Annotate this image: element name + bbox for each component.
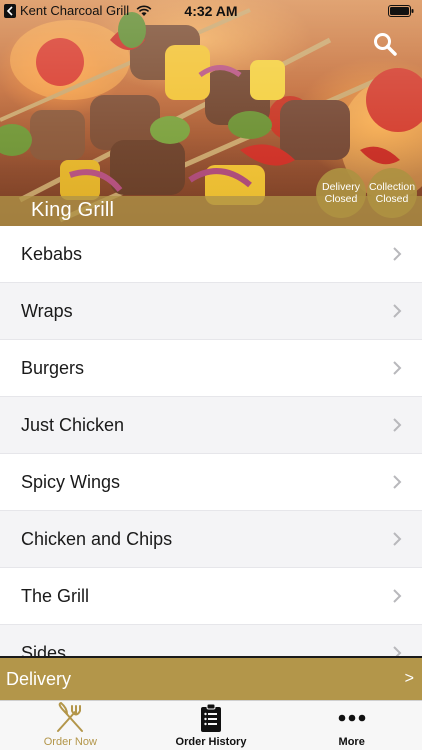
- category-row-the-grill[interactable]: The Grill: [0, 568, 422, 625]
- chevron-right-icon: [393, 532, 402, 546]
- delivery-badge-line1: Delivery: [322, 181, 360, 193]
- category-row-just-chicken[interactable]: Just Chicken: [0, 397, 422, 454]
- delivery-badge-line2: Closed: [324, 193, 358, 205]
- category-row-chicken-and-chips[interactable]: Chicken and Chips: [0, 511, 422, 568]
- chevron-right-icon: [393, 589, 402, 603]
- collection-badge-line2: Closed: [375, 193, 409, 205]
- tab-label: Order History: [175, 736, 247, 748]
- fork-knife-icon: [57, 702, 84, 732]
- more-dots-icon: [338, 714, 365, 722]
- order-mode-arrow: >: [404, 670, 414, 687]
- category-label: Just Chicken: [21, 414, 125, 435]
- chevron-right-icon: [393, 418, 402, 432]
- order-mode-bar[interactable]: Delivery >: [0, 656, 422, 700]
- collection-status-badge: Collection Closed: [367, 168, 417, 218]
- tab-more[interactable]: More: [281, 701, 422, 750]
- category-label: Burgers: [21, 357, 85, 378]
- category-row-burgers[interactable]: Burgers: [0, 340, 422, 397]
- order-mode-label: Delivery: [6, 668, 72, 689]
- battery-icon: [388, 5, 414, 17]
- search-icon[interactable]: [372, 31, 398, 57]
- status-bar: Kent Charcoal Grill 4:32 AM: [0, 0, 422, 22]
- chevron-right-icon: [393, 304, 402, 318]
- category-label: Spicy Wings: [21, 471, 121, 492]
- category-row-spicy-wings[interactable]: Spicy Wings: [0, 454, 422, 511]
- tab-order-history[interactable]: Order History: [141, 701, 282, 750]
- chevron-right-icon: [393, 361, 402, 375]
- category-list: Kebabs Wraps Burgers Just Chicken Spicy …: [0, 226, 422, 656]
- restaurant-name: King Grill: [31, 199, 115, 221]
- category-label: Wraps: [21, 300, 73, 321]
- clipboard-icon: [201, 703, 221, 732]
- chevron-right-icon: [393, 646, 402, 656]
- category-label: Kebabs: [21, 243, 83, 264]
- category-label: The Grill: [21, 585, 90, 606]
- category-label: Chicken and Chips: [21, 528, 173, 549]
- delivery-status-badge: Delivery Closed: [316, 168, 366, 218]
- status-time: 4:32 AM: [184, 3, 238, 19]
- category-label: Sides: [21, 642, 67, 657]
- collection-badge-line1: Collection: [368, 181, 416, 193]
- category-row-sides[interactable]: Sides: [0, 625, 422, 656]
- tab-bar: Order Now Order History More: [0, 700, 422, 750]
- tab-label: Order Now: [43, 736, 97, 748]
- chevron-right-icon: [393, 475, 402, 489]
- tab-label: More: [338, 736, 365, 748]
- chevron-right-icon: [393, 247, 402, 261]
- tab-order-now[interactable]: Order Now: [0, 701, 141, 750]
- category-row-wraps[interactable]: Wraps: [0, 283, 422, 340]
- category-row-kebabs[interactable]: Kebabs: [0, 226, 422, 283]
